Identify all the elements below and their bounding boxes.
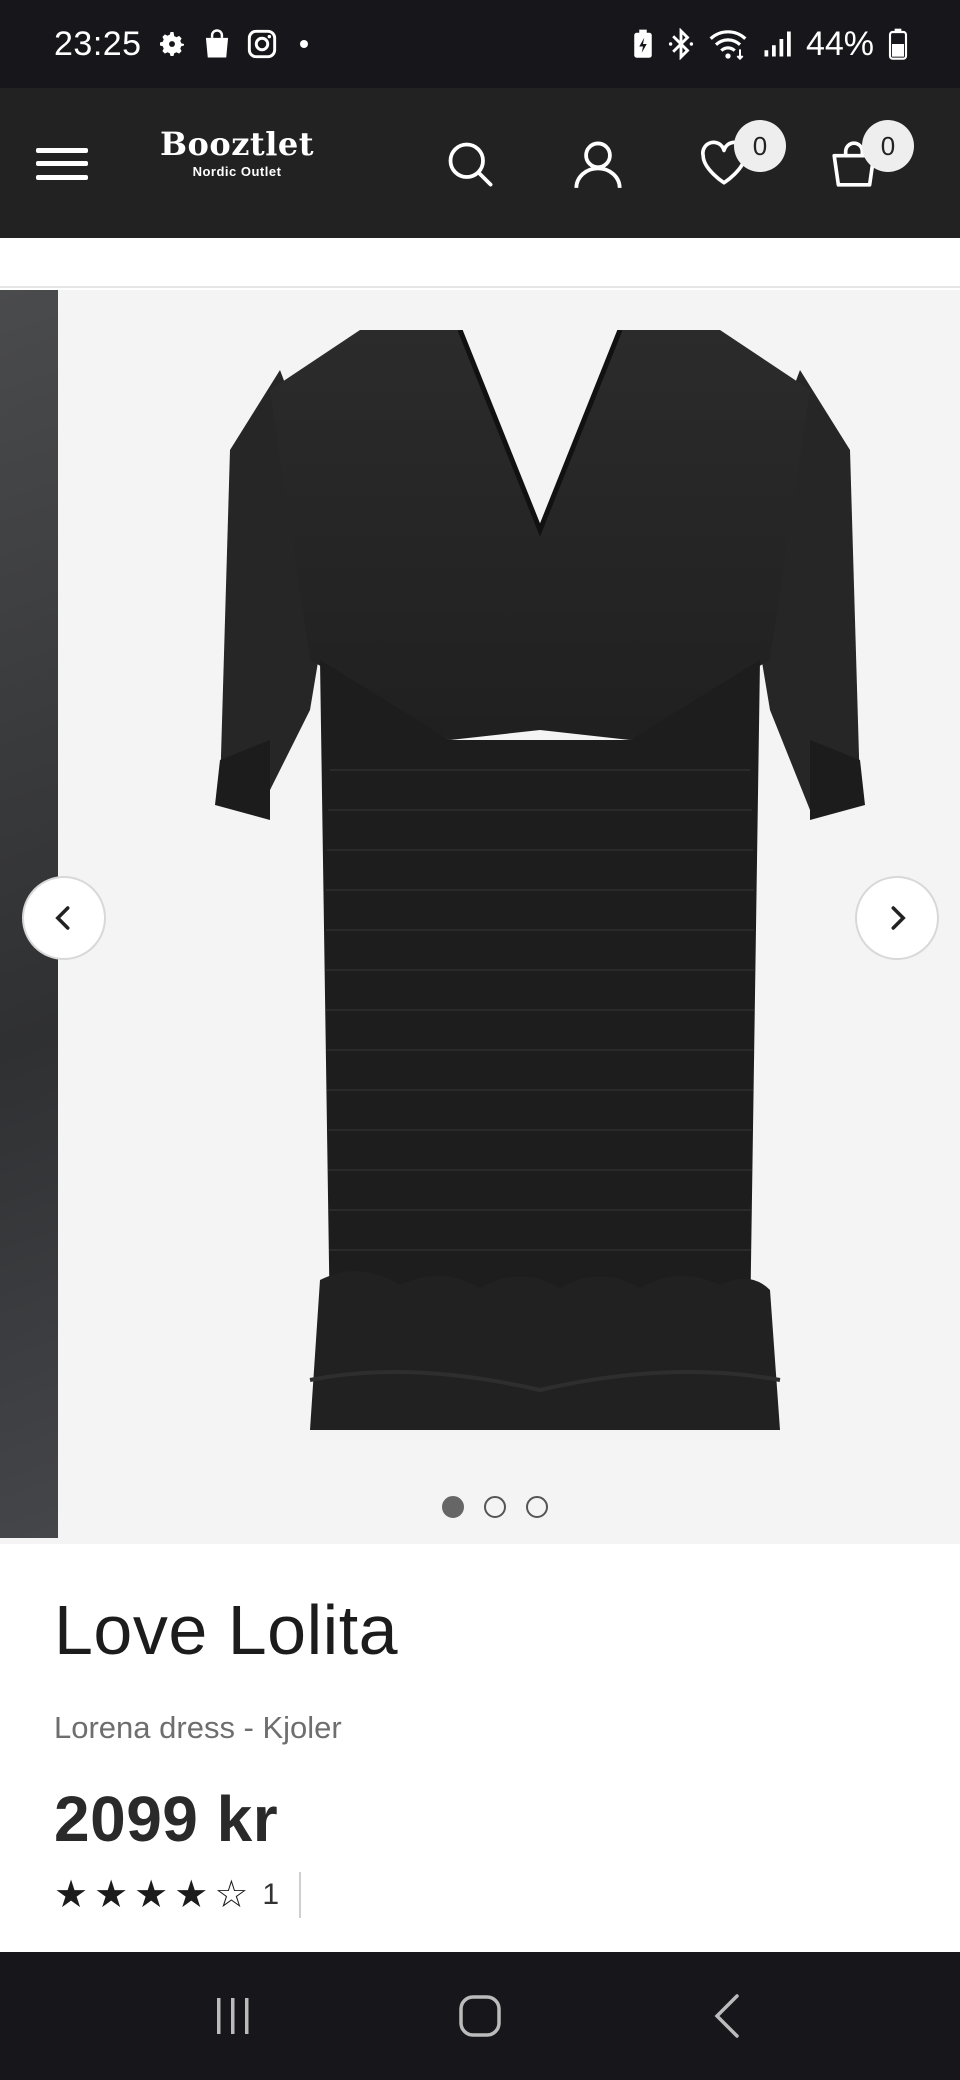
battery-icon [888, 28, 908, 60]
battery-percent: 44% [805, 24, 874, 63]
bluetooth-icon [668, 28, 694, 60]
product-brand[interactable]: Love Lolita [54, 1590, 914, 1670]
gallery-dot[interactable] [484, 1496, 506, 1518]
rating-separator [299, 1872, 302, 1918]
star-filled-icon: ★ [174, 1874, 209, 1916]
product-name: Lorena dress - Kjoler [54, 1710, 342, 1745]
menu-icon[interactable] [34, 136, 90, 192]
gallery-dot[interactable] [526, 1496, 548, 1518]
gallery-prev-button[interactable] [22, 876, 106, 960]
signal-icon [762, 29, 792, 59]
status-right: 44% [632, 25, 908, 64]
wifi-icon [708, 28, 748, 60]
star-filled-icon: ★ [134, 1874, 169, 1916]
product-price: 2099 kr [54, 1783, 279, 1855]
product-info: Love Lolita Lorena dress - Kjoler 2099 k… [54, 1590, 914, 1918]
wishlist-badge: 0 [734, 120, 786, 172]
product-image [215, 330, 865, 1430]
search-icon[interactable] [440, 134, 500, 194]
logo[interactable]: Booztlet Nordic Outlet [152, 126, 322, 179]
logo-sub: Nordic Outlet [192, 164, 282, 179]
gallery-dot[interactable] [442, 1496, 464, 1518]
battery-saver-icon [632, 29, 654, 59]
header-sub-strip [0, 238, 960, 288]
notification-dot [299, 40, 308, 48]
chevron-right-icon [891, 906, 906, 930]
star-filled-icon: ★ [54, 1874, 89, 1916]
star-empty-icon: ☆ [214, 1874, 249, 1916]
product-gallery[interactable] [0, 290, 960, 1544]
star-filled-icon: ★ [94, 1874, 129, 1916]
status-bar: 23:25 44% [0, 0, 960, 88]
instagram-icon [246, 28, 278, 60]
system-nav-bar [0, 1952, 960, 2080]
screen: 23:25 44% Booztlet Nordic Outlet 0 0 Lov… [0, 0, 960, 2080]
account-icon[interactable] [568, 134, 628, 194]
gallery-next-button[interactable] [855, 876, 939, 960]
status-left: 23:25 [54, 25, 308, 64]
rating-stars: ★ ★ ★ ★ ☆ [54, 1875, 248, 1915]
chevron-left-icon [55, 906, 70, 930]
site-header: Booztlet Nordic Outlet 0 0 [0, 88, 960, 238]
gallery-dots [0, 1496, 960, 1518]
gear-icon [156, 28, 188, 60]
back-icon[interactable] [687, 1976, 767, 2056]
home-icon[interactable] [440, 1976, 520, 2056]
recents-icon[interactable] [193, 1976, 273, 2056]
cart-badge: 0 [862, 120, 914, 172]
bag-icon [202, 28, 232, 60]
status-time: 23:25 [54, 24, 142, 63]
logo-main: Booztlet [160, 125, 314, 163]
rating-count: 1 [262, 1878, 280, 1911]
product-rating[interactable]: ★ ★ ★ ★ ☆ 1 [54, 1872, 914, 1918]
